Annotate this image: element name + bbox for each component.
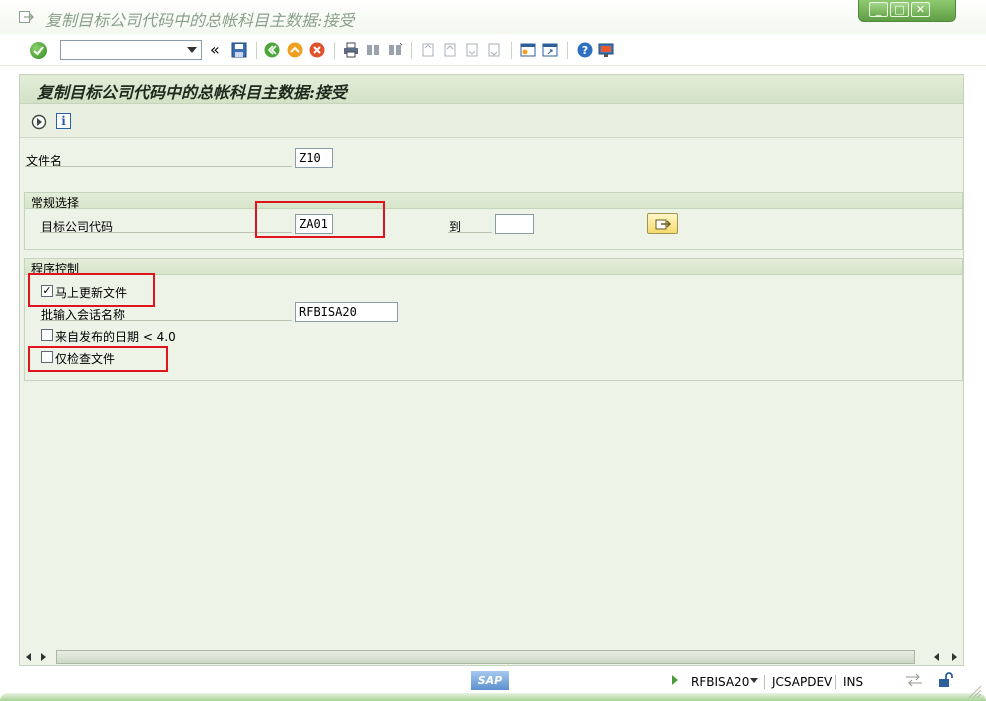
svg-text:?: ?	[582, 44, 588, 57]
help-icon[interactable]: ?	[577, 42, 593, 58]
highlight-box-update-immediately	[28, 273, 155, 307]
window-menu-icon[interactable]	[19, 11, 34, 23]
group-header: 常规选择	[25, 193, 962, 210]
status-system: JCSAPDEV	[772, 675, 833, 689]
layout-menu-icon[interactable]	[598, 42, 614, 58]
execute-icon[interactable]	[31, 114, 47, 130]
next-page-icon[interactable]	[464, 42, 480, 58]
from-release-checkbox[interactable]	[41, 329, 53, 341]
minimize-button[interactable]: _	[869, 2, 888, 17]
group-header: 程序控制	[25, 259, 962, 276]
maximize-button[interactable]: □	[890, 2, 909, 17]
lock-icon[interactable]	[938, 672, 955, 688]
status-insert-mode[interactable]: INS	[843, 675, 863, 689]
scroll-right-arrow-icon[interactable]	[952, 653, 957, 661]
scroll-left-arrow-icon[interactable]	[26, 653, 31, 661]
highlight-box-company-code	[255, 201, 385, 238]
toolbar-separator	[334, 42, 335, 59]
exit-icon[interactable]	[287, 42, 303, 58]
application-toolbar	[20, 104, 963, 138]
status-expand-icon[interactable]	[672, 675, 678, 685]
generate-shortcut-icon[interactable]	[542, 42, 558, 58]
scroll-right-arrow-icon[interactable]	[41, 653, 46, 661]
more-commands-button[interactable]: «	[210, 40, 220, 59]
enter-check-icon[interactable]	[30, 42, 47, 59]
highlight-box-check-file-only	[28, 346, 168, 372]
label-underline	[25, 166, 292, 167]
chevron-down-icon[interactable]	[187, 47, 197, 53]
sap-logo: SAP	[471, 671, 509, 690]
multiple-selection-button[interactable]	[647, 213, 678, 234]
general-selection-group: 常规选择	[24, 192, 963, 250]
find-next-icon[interactable]	[387, 42, 403, 58]
label-underline	[448, 232, 492, 233]
to-field[interactable]	[495, 214, 534, 234]
cancel-icon[interactable]	[309, 42, 325, 58]
window-controls: _ □ ✕	[858, 0, 956, 22]
toolbar-separator	[256, 42, 257, 59]
toolbar-separator	[567, 42, 568, 59]
save-icon[interactable]	[231, 42, 247, 58]
screen-title: 复制目标公司代码中的总帐科目主数据:接受	[37, 83, 347, 102]
status-separator	[764, 675, 765, 689]
from-release-label[interactable]: 来自发布的日期 < 4.0	[55, 328, 176, 345]
connection-icon	[906, 673, 922, 687]
last-page-icon[interactable]	[486, 42, 502, 58]
previous-page-icon[interactable]	[442, 42, 458, 58]
back-icon[interactable]	[264, 42, 280, 58]
info-icon[interactable]: i	[56, 113, 71, 129]
scroll-left-arrow-icon[interactable]	[934, 653, 939, 661]
close-button[interactable]: ✕	[911, 2, 930, 17]
command-field[interactable]	[60, 40, 202, 60]
file-name-field[interactable]: Z10	[295, 148, 333, 168]
scrollbar-thumb[interactable]	[56, 650, 915, 664]
resize-grip-icon[interactable]	[966, 684, 982, 698]
chevron-down-icon[interactable]	[750, 678, 758, 683]
window-title: 复制目标公司代码中的总帐科目主数据:接受	[45, 11, 355, 30]
status-separator	[835, 675, 836, 689]
batch-session-name-field[interactable]: RFBISA20	[295, 302, 398, 322]
general-selection-title: 常规选择	[31, 196, 80, 210]
toolbar-separator	[411, 42, 412, 59]
multiple-selection-icon	[655, 219, 671, 230]
new-session-icon[interactable]	[520, 42, 536, 58]
first-page-icon[interactable]	[420, 42, 436, 58]
command-input[interactable]	[63, 42, 181, 58]
find-icon[interactable]	[365, 42, 381, 58]
window-bottom-edge	[0, 693, 986, 701]
print-icon[interactable]	[343, 42, 359, 58]
status-program: RFBISA20	[691, 675, 750, 689]
label-underline	[40, 320, 292, 321]
toolbar-separator	[511, 42, 512, 59]
